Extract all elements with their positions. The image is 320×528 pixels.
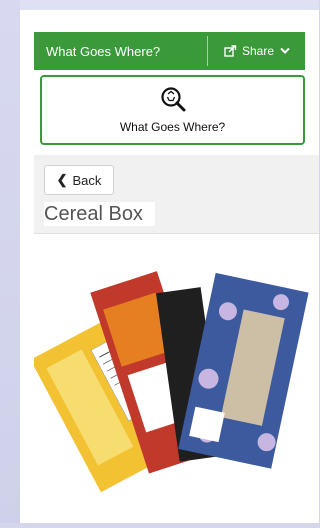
app-panel: What Goes Where? Share What Goes Where? … <box>20 10 319 523</box>
magnifier-recycle-icon <box>160 87 185 112</box>
what-goes-where-card[interactable]: What Goes Where? <box>40 75 305 145</box>
back-button[interactable]: ❮ Back <box>44 165 114 195</box>
chevron-left-icon: ❮ <box>56 172 68 187</box>
app-header: What Goes Where? Share <box>34 32 305 70</box>
share-label: Share <box>241 44 274 58</box>
app-title[interactable]: What Goes Where? <box>34 44 207 59</box>
item-image <box>30 234 319 523</box>
item-header: ❮ Back Cereal Box <box>34 155 319 234</box>
back-label: Back <box>72 172 102 188</box>
page-top-strip <box>0 0 319 10</box>
card-label: What Goes Where? <box>119 120 226 134</box>
page-left-strip <box>0 0 20 523</box>
share-button[interactable]: Share <box>208 44 305 58</box>
page-title: Cereal Box <box>44 202 155 226</box>
cereal-box-illustration <box>30 271 309 493</box>
chevron-down-icon <box>280 47 290 54</box>
share-icon <box>224 45 237 57</box>
